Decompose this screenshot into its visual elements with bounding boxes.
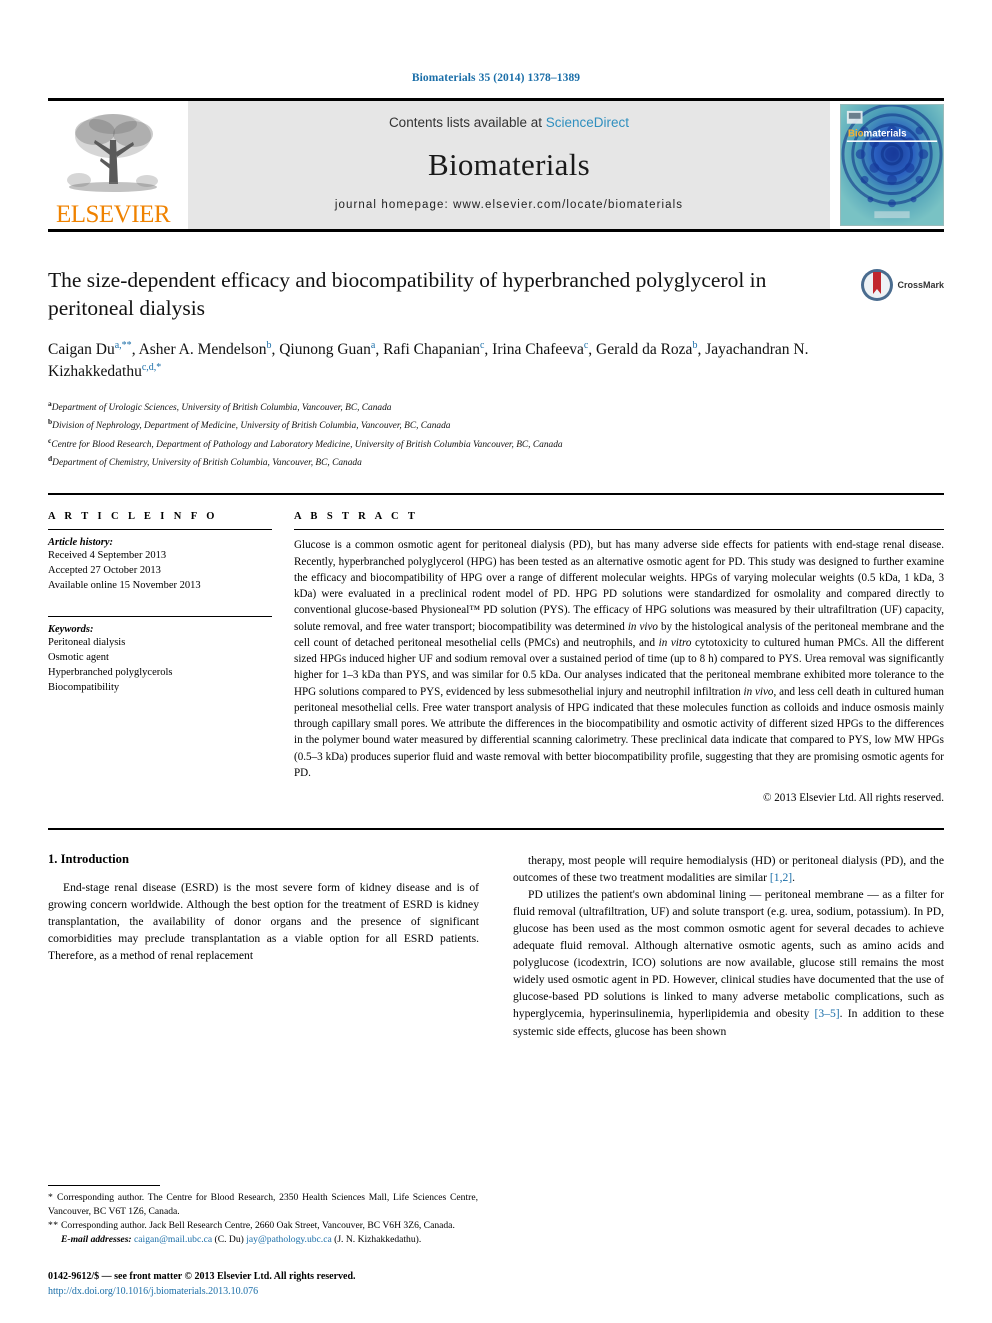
affiliation-item: cCentre for Blood Research, Department o… <box>48 435 563 450</box>
crossmark-badge[interactable]: CrossMark <box>860 268 944 302</box>
article-info-hairline <box>48 529 272 531</box>
crossmark-icon <box>861 269 894 301</box>
journal-title: Biomaterials <box>427 146 590 182</box>
colophon-block: 0142-9612/$ — see front matter © 2013 El… <box>48 1269 488 1299</box>
journal-cover-thumbnail[interactable]: Bio materials <box>840 104 944 226</box>
email-link-2[interactable]: jay@pathology.ubc.ca <box>246 1234 331 1245</box>
affiliation-item: bDivision of Nephrology, Department of M… <box>48 417 451 432</box>
footnote-block: * Corresponding author. The Centre for B… <box>48 1185 478 1247</box>
footnote-rule <box>48 1185 160 1187</box>
corresponding-author-2: ** Corresponding author. Jack Bell Resea… <box>48 1220 455 1232</box>
intro-paragraph-left: End-stage renal disease (ESRD) is the mo… <box>48 881 479 963</box>
paper-page: Biomaterials 35 (2014) 1378–1389 ELSEVIE… <box>0 0 992 1323</box>
keyword-item: Peritoneal dialysis <box>48 637 126 649</box>
journal-homepage-link[interactable]: journal homepage: www.elsevier.com/locat… <box>335 199 683 211</box>
svg-text:Bio: Bio <box>848 128 864 139</box>
elsevier-logo[interactable]: ELSEVIER <box>48 101 178 229</box>
section-heading-introduction: 1. Introduction <box>48 852 129 867</box>
abstract-body: Glucose is a common osmotic agent for pe… <box>294 539 945 779</box>
sciencedirect-band: Contents lists available at ScienceDirec… <box>188 101 830 229</box>
abstract-copyright: © 2013 Elsevier Ltd. All rights reserved… <box>763 792 944 805</box>
body-columns: 1. Introduction End-stage renal disease … <box>48 852 944 1039</box>
body-column-left: 1. Introduction End-stage renal disease … <box>48 852 479 1039</box>
page-title: The size-dependent efficacy and biocompa… <box>48 268 767 321</box>
article-history-online: Available online 15 November 2013 <box>48 580 201 592</box>
abstract-column: A B S T R A C T Glucose is a common osmo… <box>286 511 944 804</box>
email-link-1[interactable]: caigan@mail.ubc.ca <box>134 1234 212 1245</box>
issn-line: 0142-9612/$ — see front matter © 2013 El… <box>48 1271 356 1282</box>
keyword-item: Osmotic agent <box>48 652 109 664</box>
article-history-accepted: Accepted 27 October 2013 <box>48 565 161 577</box>
article-history-label: Article history: <box>48 537 114 549</box>
elsevier-wordmark: ELSEVIER <box>55 201 171 228</box>
email-addresses-line: E-mail addresses: caigan@mail.ubc.ca (C.… <box>48 1233 478 1247</box>
info-abstract-block: A R T I C L E I N F O Article history: R… <box>48 493 944 831</box>
email-owner-1: (C. Du) <box>214 1234 244 1246</box>
corresponding-author-1: * Corresponding author. The Centre for B… <box>48 1192 478 1218</box>
article-info-column: A R T I C L E I N F O Article history: R… <box>48 511 286 804</box>
keywords-label: Keywords: <box>48 624 94 636</box>
body-column-right: therapy, most people will require hemodi… <box>513 852 944 1039</box>
keywords-hairline <box>48 616 272 618</box>
sciencedirect-link[interactable]: ScienceDirect <box>546 115 629 130</box>
email-owner-2: (J. N. Kizhakkedathu). <box>334 1234 422 1246</box>
email-label: E-mail addresses: <box>61 1234 132 1246</box>
affiliation-item: aDepartment of Urologic Sciences, Univer… <box>48 399 392 414</box>
journal-masthead: ELSEVIER Contents lists available at Sci… <box>48 101 944 229</box>
abstract-heading: A B S T R A C T <box>294 511 419 523</box>
article-history-received: Received 4 September 2013 <box>48 550 167 562</box>
crossmark-label: CrossMark <box>897 280 944 290</box>
article-info-heading: A R T I C L E I N F O <box>48 511 218 523</box>
contents-line: Contents lists available at ScienceDirec… <box>389 115 629 130</box>
abstract-hairline <box>294 529 944 531</box>
intro-paragraph-right-2: PD utilizes the patient's own abdominal … <box>513 888 944 1038</box>
author-list: Caigan Dua,**, Asher A. Mendelsonb, Qiun… <box>48 339 809 381</box>
keyword-item: Hyperbranched polyglycerols <box>48 666 173 678</box>
keyword-item: Biocompatibility <box>48 681 120 693</box>
abstract-bottom-rule <box>48 828 944 831</box>
doi-link[interactable]: http://dx.doi.org/10.1016/j.biomaterials… <box>48 1284 488 1299</box>
affiliation-item: dDepartment of Chemistry, University of … <box>48 454 362 469</box>
intro-paragraph-right-1: therapy, most people will require hemodi… <box>513 854 944 885</box>
title-block: The size-dependent efficacy and biocompa… <box>48 232 944 471</box>
contents-prefix: Contents lists available at <box>388 115 546 130</box>
affiliation-list: aDepartment of Urologic Sciences, Univer… <box>48 398 944 471</box>
elsevier-tree-icon <box>67 114 158 192</box>
cover-artwork: Bio materials <box>841 105 943 225</box>
running-head: Biomaterials 35 (2014) 1378–1389 <box>411 72 581 84</box>
svg-text:materials: materials <box>864 128 908 139</box>
